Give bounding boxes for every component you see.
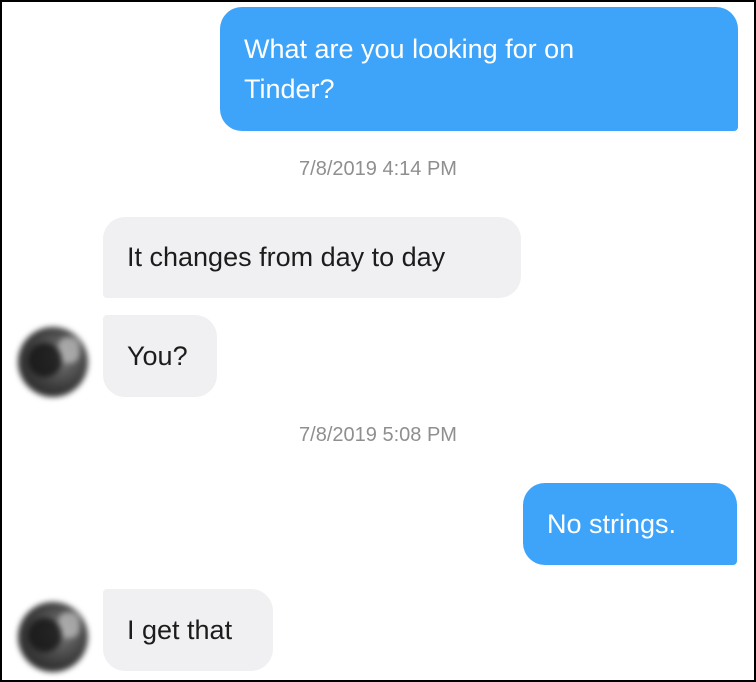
message-timestamp: 7/8/2019 5:08 PM: [299, 424, 457, 446]
message-text-line: What are you looking for on: [244, 34, 575, 64]
contact-avatar-icon[interactable]: [18, 602, 88, 672]
message-text: No strings.: [547, 509, 677, 539]
message-timestamp: 7/8/2019 4:14 PM: [299, 158, 457, 180]
received-message-bubble[interactable]: You?: [103, 315, 217, 397]
received-message-bubble[interactable]: It changes from day to day: [103, 217, 521, 298]
received-message-bubble[interactable]: I get that: [103, 589, 273, 671]
sent-message-bubble[interactable]: No strings.: [523, 483, 737, 565]
message-text: I get that: [127, 615, 233, 645]
message-text-line: Tinder?: [244, 74, 335, 104]
chat-thread: What are you looking for on Tinder? 7/8/…: [0, 0, 756, 682]
contact-avatar-icon[interactable]: [18, 327, 88, 397]
message-text: You?: [127, 341, 188, 371]
message-text: It changes from day to day: [127, 242, 446, 272]
sent-message-bubble[interactable]: What are you looking for on Tinder?: [220, 7, 738, 131]
